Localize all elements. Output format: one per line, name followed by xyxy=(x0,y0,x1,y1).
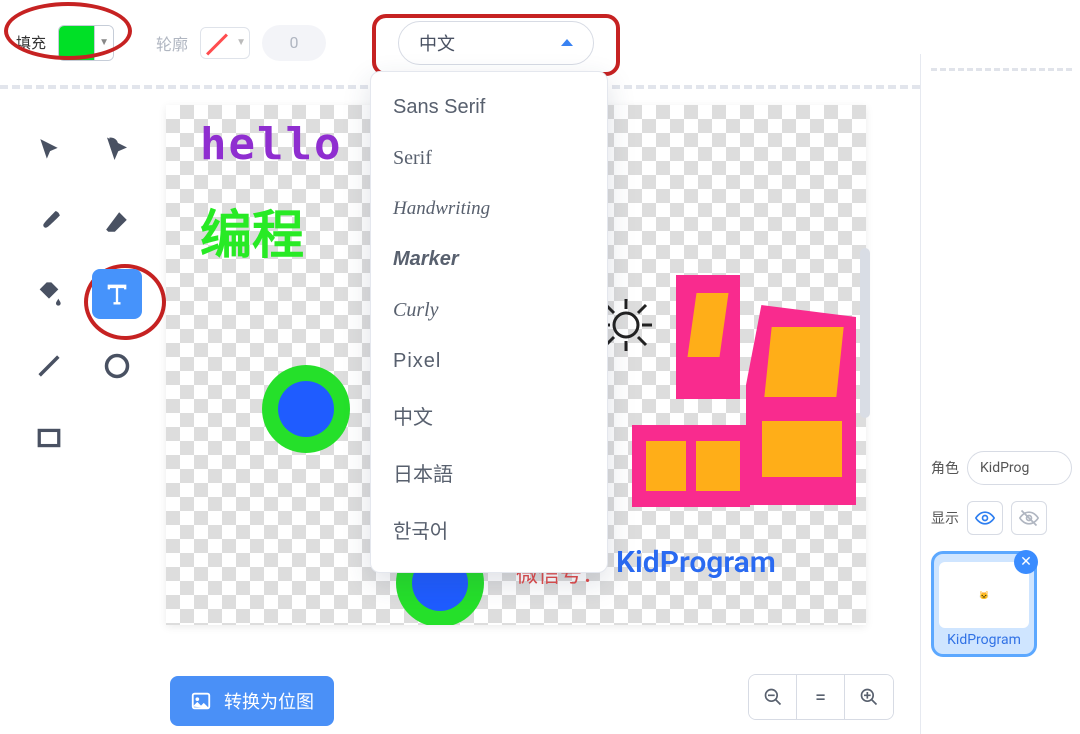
fill-label: 填充 xyxy=(16,32,46,53)
close-icon[interactable]: ✕ xyxy=(1014,550,1038,574)
sprite-caption: KidProgram xyxy=(947,632,1021,648)
show-hidden-button[interactable] xyxy=(1011,501,1047,535)
zoom-out-button[interactable] xyxy=(749,675,797,719)
fill-color-picker[interactable]: ▼ xyxy=(58,25,114,61)
line-tool[interactable] xyxy=(24,341,74,391)
font-option[interactable]: Curly xyxy=(371,285,607,336)
outline-color-picker[interactable]: ▼ xyxy=(200,27,250,59)
toolbox xyxy=(0,85,160,734)
canvas-shape[interactable] xyxy=(646,441,686,491)
canvas-shape[interactable] xyxy=(278,381,334,437)
sprite-preview: 🐱 xyxy=(939,562,1029,628)
chevron-down-icon: ▼ xyxy=(95,26,113,60)
font-dropdown: Sans Serif Serif Handwriting Marker Curl… xyxy=(370,71,608,573)
circle-tool[interactable] xyxy=(92,341,142,391)
chevron-down-icon: ▼ xyxy=(233,28,249,58)
brush-tool[interactable] xyxy=(24,197,74,247)
text-tool[interactable] xyxy=(92,269,142,319)
font-option[interactable]: 中文 xyxy=(371,387,607,444)
eye-icon xyxy=(975,508,995,528)
canvas-text[interactable]: KidProgram xyxy=(616,545,776,580)
convert-bitmap-button[interactable]: 转换为位图 xyxy=(170,676,334,726)
font-option[interactable]: Serif xyxy=(371,133,607,184)
stroke-width-input[interactable]: 0 xyxy=(262,25,326,61)
select-tool[interactable] xyxy=(24,125,74,175)
rect-tool[interactable] xyxy=(24,413,74,463)
eraser-tool[interactable] xyxy=(92,197,142,247)
reshape-tool[interactable] xyxy=(92,125,142,175)
font-option[interactable]: 日本語 xyxy=(371,444,607,501)
sprite-name-input[interactable]: KidProg xyxy=(967,451,1072,485)
zoom-reset-button[interactable]: = xyxy=(797,675,845,719)
sprite-label: 角色 xyxy=(931,458,959,478)
outline-label: 轮廓 xyxy=(156,31,188,55)
font-option[interactable]: Pixel xyxy=(371,336,607,387)
zoom-controls: = xyxy=(748,674,894,720)
fill-tool[interactable] xyxy=(24,269,74,319)
font-select-current: 中文 xyxy=(419,30,455,56)
canvas-shape[interactable] xyxy=(696,441,740,491)
show-visible-button[interactable] xyxy=(967,501,1003,535)
font-option[interactable]: Handwriting xyxy=(371,184,607,234)
image-icon xyxy=(190,690,212,712)
fill-swatch xyxy=(59,26,95,60)
canvas-text[interactable]: 编程 xyxy=(200,193,304,268)
canvas-shape[interactable] xyxy=(762,421,842,477)
caret-up-icon xyxy=(561,39,573,46)
scrollbar[interactable] xyxy=(860,248,870,418)
font-select[interactable]: 中文 xyxy=(398,21,594,65)
outline-swatch xyxy=(201,28,233,58)
divider xyxy=(931,68,1072,71)
canvas-text[interactable]: hello xyxy=(200,119,342,170)
font-option[interactable]: Marker xyxy=(371,234,607,285)
sprite-panel: 角色 KidProg 显示 ✕ 🐱 KidProgram xyxy=(920,54,1080,734)
sprite-thumbnail[interactable]: ✕ 🐱 KidProgram xyxy=(931,551,1037,657)
eye-off-icon xyxy=(1019,508,1039,528)
show-label: 显示 xyxy=(931,508,959,528)
canvas-shape[interactable] xyxy=(764,327,843,397)
zoom-in-button[interactable] xyxy=(845,675,893,719)
font-option[interactable]: 한국어 xyxy=(371,501,607,558)
font-option[interactable]: Sans Serif xyxy=(371,82,607,133)
